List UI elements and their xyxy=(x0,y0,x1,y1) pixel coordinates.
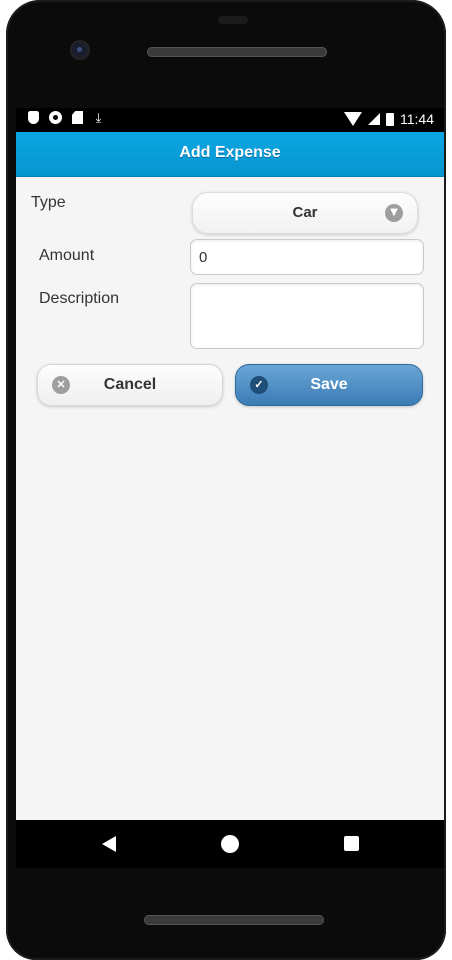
earpiece-speaker xyxy=(147,47,327,57)
type-label: Type xyxy=(31,194,66,211)
description-label: Description xyxy=(39,290,120,307)
signal-icon xyxy=(368,113,380,125)
save-button[interactable]: ✓ Save xyxy=(235,364,423,406)
status-left-icons: ⤓ xyxy=(28,111,104,124)
cancel-button-label: Cancel xyxy=(103,376,157,393)
status-right-icons: 11:44 xyxy=(344,111,434,127)
type-select[interactable]: Car ▼ xyxy=(192,192,418,234)
page-title: Add Expense xyxy=(179,144,281,161)
bottom-speaker xyxy=(144,915,324,925)
front-camera xyxy=(72,42,88,58)
shield-icon xyxy=(28,111,39,124)
app-screen: ⤓ 11:44 Add Expense Type Car ▼ Amount 0 … xyxy=(16,108,444,820)
amount-label: Amount xyxy=(39,247,95,264)
system-nav-bar xyxy=(16,820,444,868)
save-button-label: Save xyxy=(310,376,348,393)
circle-icon xyxy=(49,111,62,124)
wifi-icon xyxy=(344,112,362,126)
download-icon: ⤓ xyxy=(95,110,102,125)
description-textarea[interactable] xyxy=(190,283,424,349)
amount-input[interactable]: 0 xyxy=(190,239,424,275)
back-icon[interactable] xyxy=(102,836,116,852)
battery-icon xyxy=(386,112,394,126)
type-select-value: Car xyxy=(292,204,318,221)
status-time: 11:44 xyxy=(400,111,434,127)
home-icon[interactable] xyxy=(221,835,239,853)
top-sensor xyxy=(218,16,248,24)
status-bar: ⤓ 11:44 xyxy=(16,108,444,132)
sd-card-icon xyxy=(72,111,83,124)
header-bar: Add Expense xyxy=(16,132,444,177)
chevron-down-icon: ▼ xyxy=(385,204,403,222)
cancel-button[interactable]: ✕ Cancel xyxy=(37,364,223,406)
recent-apps-icon[interactable] xyxy=(344,836,359,851)
